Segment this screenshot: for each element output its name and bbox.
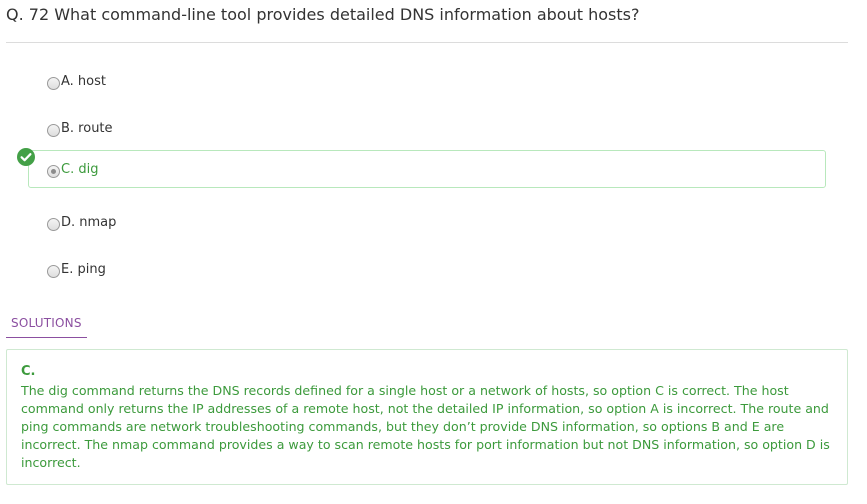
option-d[interactable]: D. nmap (28, 197, 826, 235)
option-b[interactable]: B. route (28, 103, 826, 141)
option-e-label[interactable]: E. ping (61, 261, 106, 279)
option-a-label[interactable]: A. host (61, 73, 106, 91)
option-c-radio[interactable] (47, 165, 60, 178)
solutions-tab[interactable]: SOLUTIONS (6, 314, 87, 338)
option-a-radio[interactable] (47, 77, 60, 90)
solution-panel: C. The dig command returns the DNS recor… (6, 349, 848, 485)
option-c[interactable]: C. dig (28, 150, 826, 188)
option-d-label[interactable]: D. nmap (61, 214, 116, 232)
option-d-radio[interactable] (47, 218, 60, 231)
option-e[interactable]: E. ping (28, 244, 826, 282)
option-b-radio[interactable] (47, 124, 60, 137)
option-a[interactable]: A. host (28, 56, 826, 94)
option-b-label[interactable]: B. route (61, 120, 113, 138)
question-text: Q. 72 What command-line tool provides de… (6, 5, 640, 24)
solution-explanation: The dig command returns the DNS records … (21, 383, 830, 470)
option-e-radio[interactable] (47, 265, 60, 278)
solution-answer: C. (21, 364, 36, 379)
question-divider (6, 42, 848, 43)
check-circle-icon (17, 148, 35, 166)
option-c-label[interactable]: C. dig (61, 161, 98, 179)
